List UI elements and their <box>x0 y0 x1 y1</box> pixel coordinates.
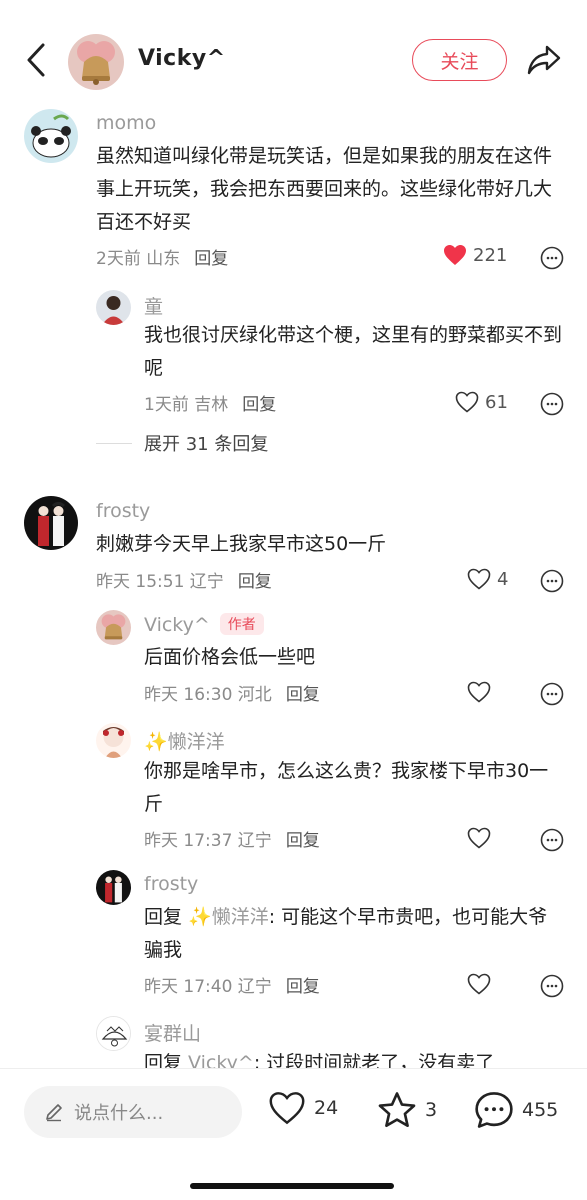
avatar[interactable] <box>96 1016 131 1051</box>
input-placeholder: 说点什么... <box>74 1103 164 1124</box>
like-count: 221 <box>473 244 508 266</box>
reply-prefix: 回复 <box>144 1052 189 1068</box>
comment-input[interactable]: 说点什么... <box>24 1086 242 1138</box>
heart-icon <box>467 568 491 590</box>
reply-button[interactable]: 回复 <box>238 572 272 592</box>
expand-replies-button[interactable]: 展开 31 条回复 <box>96 430 268 456</box>
divider <box>96 442 132 444</box>
comment-meta: 昨天 15:51 辽宁 回复 <box>96 567 272 592</box>
note-comments-page: Vicky^ 关注 momo 虽然知道叫绿化带是玩笑话，但是如果我的朋友在这件事… <box>0 0 587 1200</box>
author-name[interactable]: Vicky^ <box>138 46 226 71</box>
star-icon <box>378 1092 416 1128</box>
time-location: 昨天 17:40 辽宁 <box>144 977 272 997</box>
share-icon <box>527 45 561 75</box>
author-avatar[interactable] <box>68 34 124 90</box>
home-indicator[interactable] <box>190 1183 394 1189</box>
more-icon[interactable] <box>540 392 564 416</box>
comment-text[interactable]: 回复 Vicky^: 过段时间就老了，没有卖了 <box>144 1047 564 1068</box>
comment-count: 455 <box>522 1099 559 1121</box>
comment-text[interactable]: 你那是啥早市，怎么这么贵？我家楼下早市30一斤 <box>144 755 564 821</box>
avatar[interactable] <box>24 109 78 163</box>
comment-text[interactable]: 虽然知道叫绿化带是玩笑话，但是如果我的朋友在这件事上开玩笑，我会把东西要回来的。… <box>96 140 566 239</box>
avatar[interactable] <box>96 870 131 905</box>
back-icon <box>27 43 45 77</box>
mention[interactable]: Vicky^ <box>188 1052 254 1068</box>
like-button[interactable]: 4 <box>467 568 508 590</box>
comment-icon <box>475 1092 513 1128</box>
time-location: 昨天 17:37 辽宁 <box>144 831 272 851</box>
mention[interactable]: ✨懒洋洋 <box>188 906 269 928</box>
comment-meta: 昨天 17:37 辽宁 回复 <box>144 826 320 851</box>
heart-icon <box>467 827 491 849</box>
username[interactable]: frosty <box>144 873 198 895</box>
more-icon[interactable] <box>540 682 564 706</box>
comment-text[interactable]: 回复 ✨懒洋洋: 可能这个早市贵吧，也可能大爷骗我 <box>144 901 564 967</box>
reply-button[interactable]: 回复 <box>286 831 320 851</box>
time-location: 昨天 15:51 辽宁 <box>96 572 224 592</box>
expand-label: 展开 31 条回复 <box>144 434 269 455</box>
heart-icon <box>455 391 479 413</box>
collect-count: 3 <box>425 1099 438 1121</box>
heart-icon <box>467 681 491 703</box>
post-like-count: 24 <box>314 1097 339 1119</box>
heart-icon <box>467 973 491 995</box>
comment-text[interactable]: 后面价格会低一些吧 <box>144 641 564 674</box>
reply-prefix: 回复 <box>144 906 189 928</box>
username[interactable]: 宴群山 <box>144 1019 201 1046</box>
collect-button[interactable]: 3 <box>377 1091 437 1129</box>
comment-list: momo 虽然知道叫绿化带是玩笑话，但是如果我的朋友在这件事上开玩笑，我会把东西… <box>0 100 587 1068</box>
like-button[interactable]: 221 <box>443 244 507 266</box>
comments-button[interactable]: 455 <box>474 1091 558 1129</box>
avatar[interactable] <box>96 723 131 758</box>
more-icon[interactable] <box>540 246 564 270</box>
reply-button[interactable]: 回复 <box>286 977 320 997</box>
like-button[interactable] <box>467 681 491 703</box>
comment-text[interactable]: 我也很讨厌绿化带这个梗，这里有的野菜都买不到呢 <box>144 319 564 385</box>
username-text[interactable]: Vicky^ <box>144 614 210 636</box>
comment-meta: 昨天 17:40 辽宁 回复 <box>144 972 320 997</box>
comment-text[interactable]: 刺嫩芽今天早上我家早市这50一斤 <box>96 528 566 561</box>
username[interactable]: ✨懒洋洋 <box>144 727 225 754</box>
avatar[interactable] <box>96 610 131 645</box>
reply-button[interactable]: 回复 <box>194 249 228 269</box>
heart-icon <box>269 1092 305 1125</box>
author-badge: 作者 <box>219 613 264 635</box>
username[interactable]: frosty <box>96 500 150 522</box>
like-button[interactable] <box>467 827 491 849</box>
like-button[interactable]: 61 <box>455 391 508 413</box>
time-location: 1天前 吉林 <box>144 395 229 415</box>
pencil-icon <box>46 1104 62 1122</box>
like-count: 61 <box>485 391 508 413</box>
like-count: 4 <box>497 568 509 590</box>
reply-body: : 过段时间就老了，没有卖了 <box>253 1052 495 1068</box>
more-icon[interactable] <box>540 828 564 852</box>
reply-button[interactable]: 回复 <box>286 685 320 705</box>
share-button[interactable] <box>524 40 564 80</box>
like-post-button[interactable]: 24 <box>268 1091 338 1125</box>
comment-meta: 1天前 吉林 回复 <box>144 390 276 415</box>
username[interactable]: 童 <box>144 292 163 319</box>
bottom-action-bar: 说点什么... 24 3 455 <box>0 1068 587 1200</box>
avatar[interactable] <box>24 496 78 550</box>
comment-meta: 昨天 16:30 河北 回复 <box>144 680 320 705</box>
more-icon[interactable] <box>540 569 564 593</box>
time-location: 昨天 16:30 河北 <box>144 685 272 705</box>
heart-icon <box>444 245 466 265</box>
avatar[interactable] <box>96 290 131 325</box>
username[interactable]: momo <box>96 112 156 134</box>
follow-button[interactable]: 关注 <box>412 39 507 81</box>
back-button[interactable] <box>18 40 54 80</box>
like-button[interactable] <box>467 973 491 995</box>
username: Vicky^ 作者 <box>144 613 264 636</box>
time-location: 2天前 山东 <box>96 249 181 269</box>
more-icon[interactable] <box>540 974 564 998</box>
comment-meta: 2天前 山东 回复 <box>96 244 228 269</box>
reply-button[interactable]: 回复 <box>242 395 276 415</box>
